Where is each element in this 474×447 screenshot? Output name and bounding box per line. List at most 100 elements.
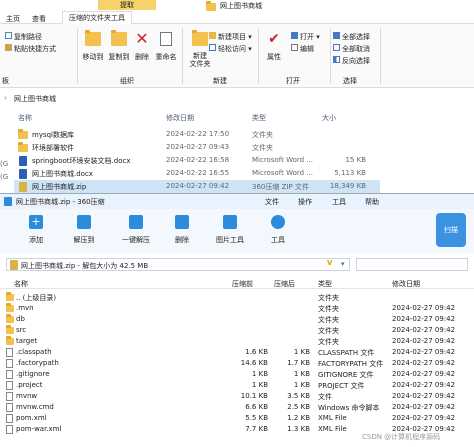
path-dropdown-icon[interactable]: V xyxy=(327,259,332,267)
table-row[interactable]: .gitignore 1 KB 1 KB GITIGNORE 文件 2024-0… xyxy=(0,369,474,380)
file-list-header: 名称 修改日期 类型 大小 xyxy=(0,111,474,123)
file-icon xyxy=(6,414,13,423)
col-date[interactable]: 修改日期 xyxy=(166,113,194,123)
word-icon xyxy=(19,156,27,166)
col-size[interactable]: 大小 xyxy=(322,113,336,123)
new-item-button[interactable]: 新建项目 ▾ xyxy=(209,32,252,42)
zip-col-after[interactable]: 压缩后 xyxy=(274,279,295,289)
edit-icon xyxy=(291,44,298,51)
add-icon: + xyxy=(29,215,43,229)
rename-icon xyxy=(160,32,172,46)
chevron-down-icon[interactable]: ▾ xyxy=(341,260,345,268)
invert-icon xyxy=(333,56,340,63)
zip-toolbar: + 添加 解压到 一键解压 删除 图片工具 工具 扫描 xyxy=(0,209,474,253)
table-row[interactable]: target 文件夹 2024-02-27 09:42 xyxy=(0,336,474,347)
list-item[interactable]: mysql数据库 2024-02-22 17:50 文件夹 xyxy=(14,128,380,141)
menu-tools[interactable]: 工具 xyxy=(332,197,346,207)
tools-button[interactable]: 工具 xyxy=(266,213,290,245)
copy-path-button[interactable]: 复制路径 xyxy=(5,32,42,42)
file-icon xyxy=(6,403,13,412)
menu-help[interactable]: 帮助 xyxy=(365,197,379,207)
group-select-label: 选择 xyxy=(343,77,357,85)
copy-icon xyxy=(5,32,12,39)
table-row[interactable]: src 文件夹 2024-02-27 09:42 xyxy=(0,325,474,336)
context-tab-label: 提取 xyxy=(120,1,134,9)
table-row[interactable]: .mvn 文件夹 2024-02-27 09:42 xyxy=(0,303,474,314)
copy-to-button[interactable]: 复制到 xyxy=(106,28,132,62)
edit-button[interactable]: 编辑 xyxy=(291,44,314,54)
col-type[interactable]: 类型 xyxy=(252,113,266,123)
zip-delete-button[interactable]: 删除 xyxy=(170,213,194,245)
divider xyxy=(77,28,78,84)
divider xyxy=(330,28,331,84)
table-row[interactable]: .. (上级目录) 文件夹 xyxy=(0,292,474,303)
table-row[interactable]: .project 1 KB 1 KB PROJECT 文件 2024-02-27… xyxy=(0,380,474,391)
zip-col-name[interactable]: 名称 xyxy=(14,279,28,289)
image-tools-icon xyxy=(223,215,237,229)
zip-path-bar[interactable]: 网上图书商城.zip - 解包大小为 42.5 MB V ▾ xyxy=(6,258,350,271)
zip-col-before[interactable]: 压缩前 xyxy=(232,279,253,289)
tab-compressed-tools[interactable]: 压缩的文件夹工具 xyxy=(62,11,132,24)
divider xyxy=(380,28,381,84)
extract-icon xyxy=(77,215,91,229)
divider xyxy=(258,28,259,84)
move-to-button[interactable]: 移动到 xyxy=(80,28,106,62)
properties-button[interactable]: ✔ 属性 xyxy=(262,28,286,62)
col-name[interactable]: 名称 xyxy=(18,113,32,123)
folder-icon xyxy=(206,1,216,11)
zip-col-date[interactable]: 修改日期 xyxy=(392,279,420,289)
ribbon-tabs: 主页 查看 压缩的文件夹工具 xyxy=(0,11,474,24)
rename-button[interactable]: 重命名 xyxy=(154,28,178,62)
paste-shortcut-button[interactable]: 粘贴快捷方式 xyxy=(5,44,56,54)
zip-title-bar: 网上图书商城.zip - 360压缩 文件 操作 工具 帮助 xyxy=(0,194,474,209)
invert-selection-button[interactable]: 反向选择 xyxy=(333,56,370,66)
tab-view[interactable]: 查看 xyxy=(32,14,46,24)
folder-icon xyxy=(6,336,14,345)
open-button[interactable]: 打开 ▾ xyxy=(291,32,320,42)
scan-button[interactable]: 扫描 xyxy=(436,213,466,247)
zip-col-type[interactable]: 类型 xyxy=(318,279,332,289)
select-all-button[interactable]: 全部选择 xyxy=(333,32,370,42)
list-item[interactable]: 网上图书商城.docx 2024-02-22 16:55 Microsoft W… xyxy=(14,167,380,180)
menu-file[interactable]: 文件 xyxy=(265,197,279,207)
word-icon xyxy=(19,169,27,179)
window-title: 网上图书商城 xyxy=(206,1,262,11)
trash-icon xyxy=(175,215,189,229)
group-new-label: 新建 xyxy=(213,77,227,85)
one-click-extract-button[interactable]: 一键解压 xyxy=(118,213,154,245)
group-organize-label: 组织 xyxy=(120,77,134,85)
new-item-icon xyxy=(209,32,216,39)
list-item[interactable]: 环境部署软件 2024-02-27 09:43 文件夹 xyxy=(14,141,380,154)
zip-app-icon xyxy=(4,197,12,206)
table-row[interactable]: .classpath 1.6 KB 1 KB CLASSPATH 文件 2024… xyxy=(0,347,474,358)
paste-icon xyxy=(5,44,12,51)
list-item[interactable]: springboot环境安装文档.docx 2024-02-22 16:58 M… xyxy=(14,154,380,167)
extract-to-button[interactable]: 解压到 xyxy=(68,213,100,245)
file-icon xyxy=(6,370,13,379)
address-bar[interactable]: › 网上图书商城 xyxy=(0,92,474,105)
folder-icon xyxy=(6,325,14,334)
one-click-extract-icon xyxy=(129,215,143,229)
tab-home[interactable]: 主页 xyxy=(6,14,20,24)
group-left-label: 板 xyxy=(2,77,9,85)
delete-button[interactable]: ✕ 删除 xyxy=(132,28,152,62)
zip-window: 网上图书商城.zip - 360压缩 文件 操作 工具 帮助 + 添加 解压到 … xyxy=(0,193,474,447)
menu-operate[interactable]: 操作 xyxy=(298,197,312,207)
table-row[interactable]: mvnw 10.1 KB 3.5 KB 文件 2024-02-27 09:42 xyxy=(0,391,474,402)
file-list: mysql数据库 2024-02-22 17:50 文件夹 环境部署软件 202… xyxy=(0,128,474,194)
select-none-button[interactable]: 全部取消 xyxy=(333,44,370,54)
file-icon xyxy=(6,348,13,357)
add-button[interactable]: + 添加 xyxy=(22,213,50,245)
select-none-icon xyxy=(333,44,340,51)
open-icon xyxy=(291,32,298,39)
image-tools-button[interactable]: 图片工具 xyxy=(214,213,246,245)
table-row[interactable]: pom.xml 5.5 KB 1.2 KB XML File 2024-02-2… xyxy=(0,413,474,424)
folder-icon xyxy=(6,314,14,323)
table-row[interactable]: db 文件夹 2024-02-27 09:42 xyxy=(0,314,474,325)
zip-search-box[interactable] xyxy=(356,258,468,271)
easy-access-button[interactable]: 轻松访问 ▾ xyxy=(209,44,252,54)
list-item[interactable]: 网上图书商城.zip 2024-02-27 09:42 360压缩 ZIP 文件… xyxy=(14,180,380,193)
table-row[interactable]: mvnw.cmd 6.6 KB 2.5 KB Windows 命令脚本 2024… xyxy=(0,402,474,413)
table-row[interactable]: .factorypath 14.6 KB 1.7 KB FACTORYPATH … xyxy=(0,358,474,369)
context-tab-extract[interactable]: 提取 xyxy=(98,0,156,10)
